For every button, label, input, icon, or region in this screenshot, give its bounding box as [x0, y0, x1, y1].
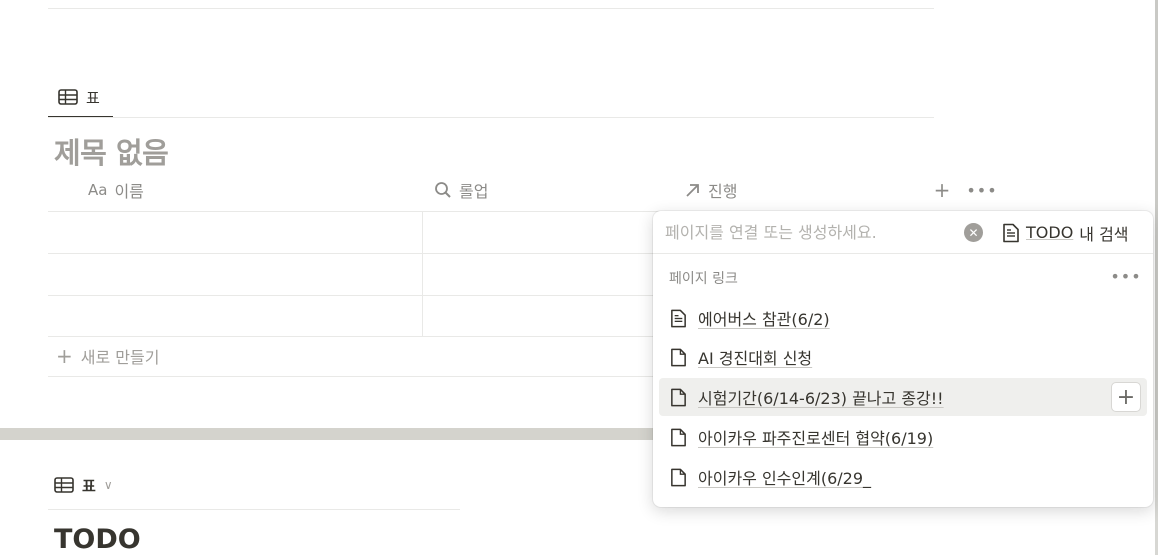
view-tab-label: 표: [82, 476, 96, 495]
plus-icon: +: [933, 178, 951, 202]
page-link-label: 아이카우 인수인계(6/29_: [698, 469, 872, 488]
section-label: 페이지 링크: [669, 271, 738, 287]
tab-underline: [48, 509, 460, 510]
page-link-label: 에어버스 참관(6/2): [698, 310, 830, 329]
page-link-item[interactable]: 아이카우 파주진로센터 협약(6/19): [659, 418, 1147, 456]
column-header-name[interactable]: Aa 이름: [88, 176, 144, 204]
clear-search-button[interactable]: ✕: [964, 223, 983, 242]
section-more-button[interactable]: •••: [1110, 265, 1142, 287]
column-header-progress[interactable]: 진행: [685, 176, 737, 204]
view-tab-table[interactable]: 표: [48, 78, 113, 118]
new-row-label: 새로 만들기: [80, 348, 160, 367]
section-separator: [0, 428, 660, 440]
view-tab-label: 표: [86, 88, 100, 107]
scope-database-name: TODO: [1026, 223, 1074, 242]
text-type-icon: Aa: [88, 181, 108, 199]
table-icon: [58, 89, 78, 105]
arrow-up-right-icon: [686, 184, 699, 197]
plus-icon: +: [56, 344, 73, 368]
database-title[interactable]: TODO: [54, 524, 141, 555]
add-column-button[interactable]: +: [928, 176, 956, 204]
search-icon: [435, 182, 451, 198]
table-icon: [54, 477, 74, 493]
page-text-icon: [1003, 223, 1019, 242]
chevron-down-icon: ∨: [103, 478, 113, 492]
column-header-rollup[interactable]: 롤업: [434, 176, 488, 204]
add-relation-button[interactable]: +: [1111, 382, 1141, 412]
page-icon: [671, 468, 686, 486]
page-link-item[interactable]: 에어버스 참관(6/2): [659, 299, 1147, 337]
ellipsis-icon: •••: [1110, 266, 1142, 286]
page-link-label: 시험기간(6/14-6/23) 끝나고 종강!!: [698, 389, 944, 408]
column-label: 롤업: [459, 182, 489, 201]
plus-icon: +: [1116, 384, 1136, 410]
page-icon: [671, 388, 686, 406]
top-divider: [48, 8, 934, 9]
popup-search-row: ✕ TODO 내 검색: [653, 211, 1153, 254]
scope-suffix: 내 검색: [1079, 224, 1129, 244]
tab-underline: [48, 117, 934, 118]
close-icon: ✕: [968, 225, 979, 240]
column-label: 이름: [114, 182, 144, 201]
database-title[interactable]: 제목 없음: [54, 130, 169, 172]
page-icon: [671, 348, 686, 366]
page-icon: [671, 428, 686, 446]
relation-search-input[interactable]: [665, 219, 955, 245]
view-tab-table-2[interactable]: 표 ∨: [54, 470, 113, 500]
page-link-label: AI 경진대회 신청: [698, 349, 813, 368]
new-row-button[interactable]: + 새로 만들기: [56, 342, 159, 370]
column-divider: [422, 211, 423, 337]
relation-popup: ✕ TODO 내 검색 페이지 링크 ••• 에어버스 참관(6/2): [653, 211, 1153, 507]
page-link-item[interactable]: 아이카우 인수인계(6/29_: [659, 458, 1147, 496]
search-scope-button[interactable]: TODO 내 검색: [1002, 219, 1129, 246]
page-link-item[interactable]: 시험기간(6/14-6/23) 끝나고 종강!! +: [659, 378, 1147, 416]
column-label: 진행: [708, 182, 738, 201]
more-options-button[interactable]: •••: [966, 176, 998, 204]
page-text-icon: [671, 309, 686, 327]
ellipsis-icon: •••: [966, 180, 998, 200]
page-link-item[interactable]: AI 경진대회 신청: [659, 338, 1147, 376]
page-link-label: 아이카우 파주진로센터 협약(6/19): [698, 429, 934, 448]
